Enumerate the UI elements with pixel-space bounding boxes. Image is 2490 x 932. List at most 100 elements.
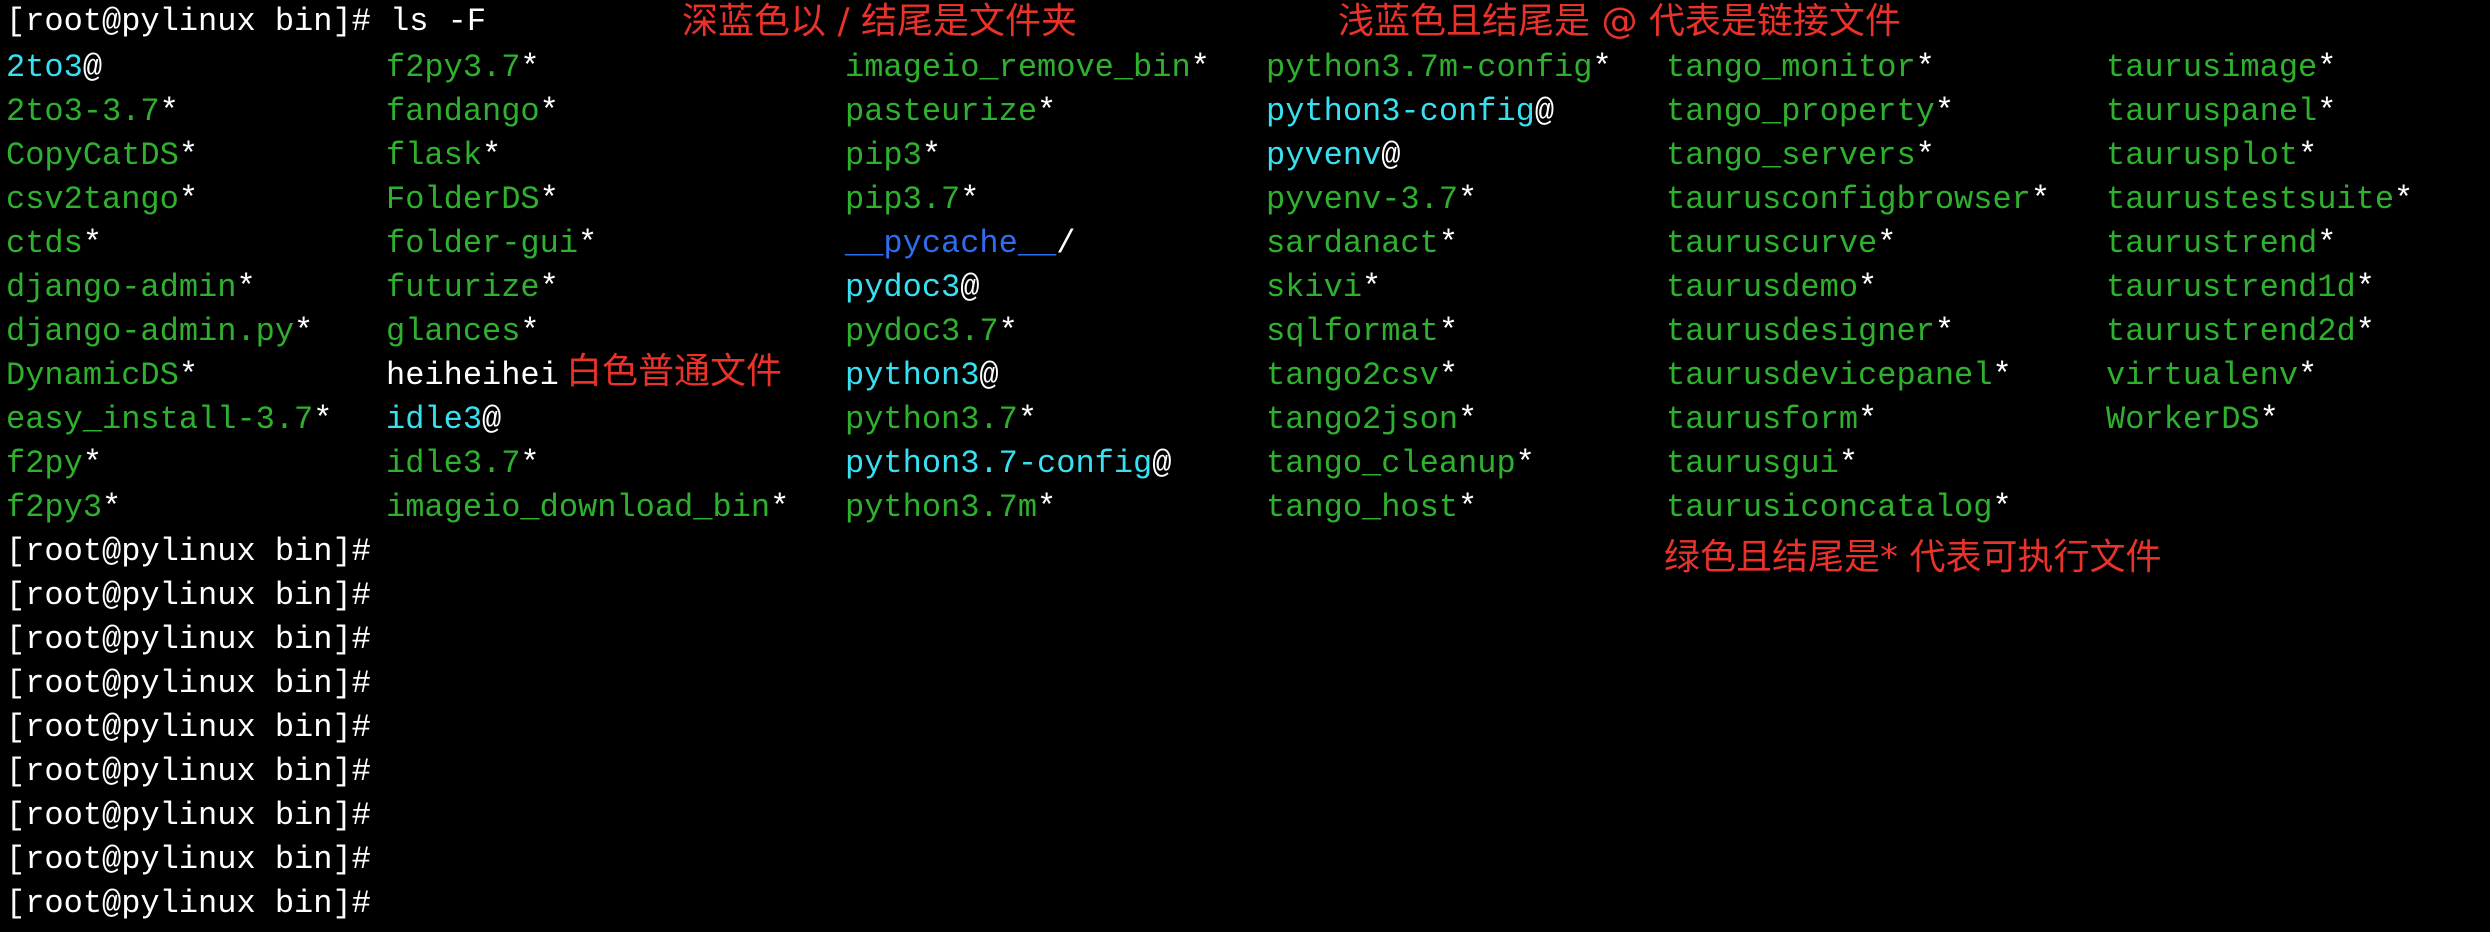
file-name: python3.7m xyxy=(845,489,1038,526)
file-type-suffix: * xyxy=(539,269,559,306)
file-type-suffix: * xyxy=(960,181,980,218)
file-entry-executable: taurustrend2d* xyxy=(2106,310,2375,354)
file-name: tango_monitor xyxy=(1666,49,1916,86)
file-entry-executable: taurusdesigner* xyxy=(1666,310,1954,354)
file-name: taurusform xyxy=(1666,401,1859,438)
file-name: sqlformat xyxy=(1266,313,1439,350)
file-entry-executable: f2py3* xyxy=(6,486,121,530)
file-type-suffix: * xyxy=(1915,137,1935,174)
file-type-suffix: / xyxy=(1056,225,1076,262)
file-entry-executable: tango_property* xyxy=(1666,90,1954,134)
prompt-line: [root@pylinux bin]# xyxy=(6,621,371,658)
file-name: folder-gui xyxy=(386,225,579,262)
file-name: django-admin xyxy=(6,269,237,306)
file-name: taurusdemo xyxy=(1666,269,1859,306)
file-name: f2py xyxy=(6,445,83,482)
file-entry-executable: tauruscurve* xyxy=(1666,222,1896,266)
prompt-line: [root@pylinux bin]# xyxy=(6,797,371,834)
file-name: pydoc3 xyxy=(845,269,961,306)
file-entry-executable: idle3.7* xyxy=(386,442,540,486)
file-type-suffix: * xyxy=(2259,401,2279,438)
file-name: pip3.7 xyxy=(845,181,961,218)
file-type-suffix: * xyxy=(1838,445,1859,482)
file-type-suffix: * xyxy=(1992,489,2012,526)
file-type-suffix: * xyxy=(178,181,199,218)
file-name: tauruscurve xyxy=(1666,225,1878,262)
file-entry-executable: taurustrend1d* xyxy=(2106,266,2375,310)
file-name: ctds xyxy=(6,225,83,262)
file-type-suffix: * xyxy=(1858,401,1878,438)
file-type-suffix: * xyxy=(1915,49,1935,86)
file-entry-executable: tango_cleanup* xyxy=(1266,442,1535,486)
file-entry-link: python3@ xyxy=(845,354,999,398)
file-name: django-admin.py xyxy=(6,313,295,350)
file-name: 2to3 xyxy=(6,49,83,86)
file-type-suffix: * xyxy=(1438,357,1459,394)
file-entry-executable: tango_monitor* xyxy=(1666,46,1935,90)
file-entry-executable: sqlformat* xyxy=(1266,310,1458,354)
file-type-suffix: * xyxy=(2355,269,2375,306)
file-entry-executable: pip3* xyxy=(845,134,941,178)
file-name: tango_cleanup xyxy=(1266,445,1516,482)
file-type-suffix: @ xyxy=(1381,137,1401,174)
file-entry-executable: glances* xyxy=(386,310,540,354)
file-entry-executable: python3.7* xyxy=(845,398,1037,442)
file-type-suffix: * xyxy=(2355,313,2375,350)
file-entry-executable: taurusimage* xyxy=(2106,46,2336,90)
file-entry-executable: ctds* xyxy=(6,222,102,266)
file-type-suffix: * xyxy=(1438,313,1459,350)
file-type-suffix: * xyxy=(82,445,103,482)
file-name: skivi xyxy=(1266,269,1363,306)
file-type-suffix: @ xyxy=(482,401,502,438)
file-entry-executable: imageio_download_bin* xyxy=(386,486,789,530)
file-name: taurustrend xyxy=(2106,225,2318,262)
file-name: csv2tango xyxy=(6,181,179,218)
file-type-suffix: * xyxy=(159,93,179,130)
file-entry-executable: futurize* xyxy=(386,266,559,310)
file-type-suffix: * xyxy=(313,401,333,438)
file-entry-executable: taurusplot* xyxy=(2106,134,2317,178)
file-name: python3.7 xyxy=(845,401,1018,438)
file-entry-executable: taurusiconcatalog* xyxy=(1666,486,2012,530)
file-name: taurusdevicepanel xyxy=(1666,357,1993,394)
file-type-suffix: * xyxy=(1858,269,1878,306)
file-name: WorkerDS xyxy=(2106,401,2260,438)
file-entry-executable: virtualenv* xyxy=(2106,354,2317,398)
prompt-line: [root@pylinux bin]# xyxy=(6,885,371,922)
file-type-suffix: @ xyxy=(979,357,999,394)
file-type-suffix: * xyxy=(520,445,540,482)
file-name: futurize xyxy=(386,269,540,306)
file-entry-executable: flask* xyxy=(386,134,501,178)
file-entry-executable: csv2tango* xyxy=(6,178,198,222)
file-name: taurusiconcatalog xyxy=(1666,489,1993,526)
file-name: python3 xyxy=(845,357,980,394)
file-entry-executable: taurusdevicepanel* xyxy=(1666,354,2012,398)
file-name: idle3 xyxy=(386,401,483,438)
file-type-suffix: * xyxy=(1037,489,1057,526)
file-name: CopyCatDS xyxy=(6,137,179,174)
file-type-suffix: @ xyxy=(960,269,980,306)
file-type-suffix: * xyxy=(236,269,256,306)
file-type-suffix: * xyxy=(921,137,942,174)
file-type-suffix: @ xyxy=(82,49,103,86)
terminal-window[interactable]: [root@pylinux bin]# ls -F 2to3@ 2to3-3.7*… xyxy=(0,0,2490,932)
file-entry-executable: taurusform* xyxy=(1666,398,1877,442)
file-entry-executable: pydoc3.7* xyxy=(845,310,1018,354)
file-type-suffix: * xyxy=(2394,181,2414,218)
file-entry-executable: python3.7m-config* xyxy=(1266,46,1612,90)
file-type-suffix: * xyxy=(1934,313,1955,350)
file-type-suffix: * xyxy=(578,225,598,262)
file-type-suffix: * xyxy=(178,357,199,394)
file-entry-executable: django-admin.py* xyxy=(6,310,313,354)
file-name: tango2json xyxy=(1266,401,1459,438)
file-name: tango_property xyxy=(1666,93,1935,130)
executable-annotation: 绿色且结尾是* 代表可执行文件 xyxy=(1664,537,2162,578)
file-entry-link: idle3@ xyxy=(386,398,501,442)
file-entry-executable: FolderDS* xyxy=(386,178,559,222)
file-type-suffix: * xyxy=(82,225,103,262)
file-entry-executable: pyvenv-3.7* xyxy=(1266,178,1477,222)
file-entry-executable: tango2json* xyxy=(1266,398,1477,442)
regular-file-annotation: 白色普通文件 xyxy=(566,351,783,392)
file-entry-executable: taurusdemo* xyxy=(1666,266,1877,310)
file-entry-executable: taurustestsuite* xyxy=(2106,178,2413,222)
